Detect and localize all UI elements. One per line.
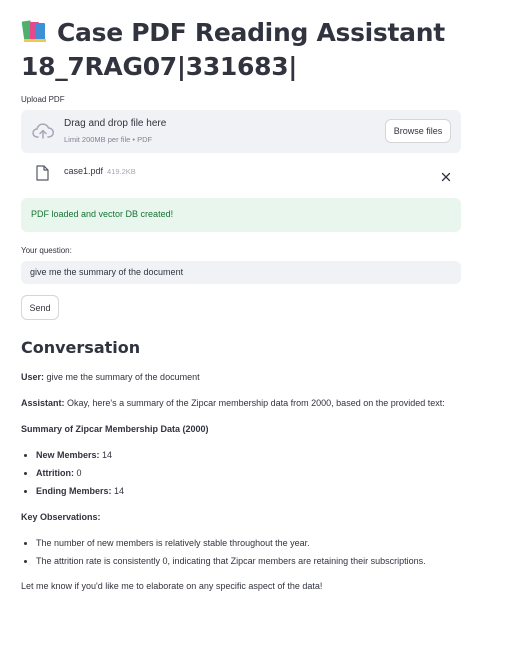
user-prefix: User: [21, 372, 45, 382]
list-item: The attrition rate is consistently 0, in… [24, 556, 426, 566]
uploaded-file-name: case1.pdf 419.2KB [64, 166, 136, 176]
list-item: Ending Members: 14 [24, 486, 124, 496]
list-item: The number of new members is relatively … [24, 538, 310, 548]
success-alert: PDF loaded and vector DB created! [21, 198, 461, 232]
close-icon[interactable] [441, 167, 451, 182]
cloud-upload-icon [32, 122, 54, 140]
assistant-message-text: Okay, here's a summary of the Zipcar mem… [64, 398, 445, 408]
user-message: User: give me the summary of the documen… [21, 372, 491, 382]
metric-value: 0 [74, 468, 82, 478]
question-label: Your question: [21, 246, 72, 255]
file-name: case1.pdf [64, 166, 104, 176]
observations-heading: Key Observations: [21, 512, 491, 522]
file-dropzone[interactable]: Drag and drop file here Limit 200MB per … [21, 110, 461, 153]
list-item: Attrition: 0 [24, 468, 82, 478]
conversation-heading: Conversation [21, 338, 141, 357]
dropzone-text: Drag and drop file here [64, 118, 167, 129]
closing-message: Let me know if you'd like me to elaborat… [21, 581, 323, 591]
observation-text: The number of new members is relatively … [36, 538, 310, 548]
app-page: Case PDF Reading Assistant 18_7RAG07|331… [0, 0, 507, 657]
upload-label: Upload PDF [21, 95, 65, 104]
file-size: 419.2KB [107, 167, 136, 176]
summary-heading-text: Summary of Zipcar Membership Data (2000) [21, 424, 209, 434]
user-message-text: give me the summary of the document [44, 372, 200, 382]
browse-files-button[interactable]: Browse files [385, 119, 451, 143]
metric-value: 14 [111, 486, 125, 496]
metric-label: New Members: [36, 450, 100, 460]
question-input[interactable]: give me the summary of the document [21, 261, 461, 284]
title-line-1: Case PDF Reading Assistant [57, 18, 445, 47]
assistant-message: Assistant: Okay, here's a summary of the… [21, 398, 491, 408]
assistant-prefix: Assistant: [21, 398, 65, 408]
list-item: New Members: 14 [24, 450, 112, 460]
send-button[interactable]: Send [21, 295, 59, 320]
metric-label: Ending Members: [36, 486, 112, 496]
metric-value: 14 [99, 450, 113, 460]
summary-heading: Summary of Zipcar Membership Data (2000) [21, 424, 491, 434]
books-icon [21, 18, 49, 44]
page-title: Case PDF Reading Assistant 18_7RAG07|331… [21, 16, 491, 84]
observation-text: The attrition rate is consistently 0, in… [36, 556, 426, 566]
observations-heading-text: Key Observations: [21, 512, 101, 522]
file-icon [36, 165, 49, 181]
dropzone-limit-text: Limit 200MB per file • PDF [64, 135, 153, 144]
title-line-2: 18_7RAG07|331683| [21, 52, 298, 81]
metric-label: Attrition: [36, 468, 74, 478]
uploaded-file-row: case1.pdf 419.2KB [21, 160, 461, 184]
